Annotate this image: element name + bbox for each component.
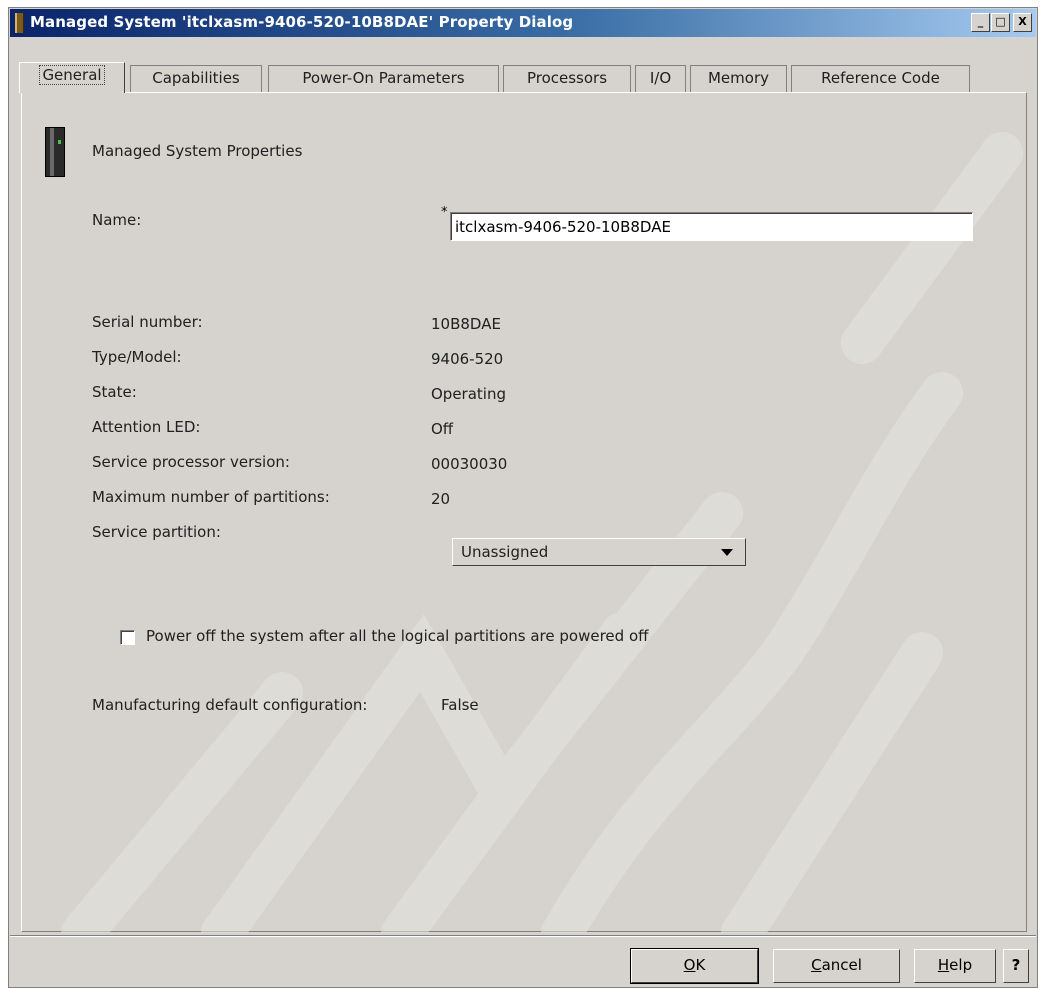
attention-led-label: Attention LED: [92, 418, 201, 436]
minimize-button[interactable]: _ [971, 13, 990, 32]
general-tab-panel: Managed System Properties Name: * Serial… [21, 92, 1027, 933]
name-label: Name: [92, 211, 142, 229]
tab-bar: General Capabilities Power-On Parameters… [19, 62, 1029, 93]
service-partition-selected-value: Unassigned [461, 543, 549, 561]
attention-led-value: Off [431, 420, 454, 438]
managed-system-icon [15, 13, 24, 33]
mfg-default-config-value: False [441, 696, 479, 714]
title-bar[interactable]: Managed System 'itclxasm-9406-520-10B8DA… [10, 9, 1036, 37]
service-processor-version-value: 00030030 [431, 455, 508, 473]
tab-memory[interactable]: Memory [690, 65, 787, 92]
type-model-value: 9406-520 [431, 350, 504, 368]
cancel-button[interactable]: Cancel [773, 949, 900, 983]
power-off-checkbox[interactable] [120, 630, 135, 645]
chevron-down-icon [721, 549, 733, 556]
serial-number-label: Serial number: [92, 313, 203, 331]
service-processor-version-label: Service processor version: [92, 453, 290, 471]
tab-general[interactable]: General [19, 62, 125, 93]
maximize-button[interactable]: □ [991, 13, 1010, 32]
type-model-label: Type/Model: [92, 348, 182, 366]
tab-processors[interactable]: Processors [503, 65, 631, 92]
button-bar-separator [10, 935, 1036, 937]
max-partitions-value: 20 [431, 490, 451, 508]
state-label: State: [92, 383, 137, 401]
max-partitions-label: Maximum number of partitions: [92, 488, 330, 506]
tab-io[interactable]: I/O [635, 65, 686, 92]
section-heading: Managed System Properties [92, 142, 303, 160]
close-button[interactable]: X [1013, 13, 1032, 32]
context-help-button[interactable]: ? [1003, 949, 1029, 983]
help-button[interactable]: Help [914, 949, 996, 983]
window-title: Managed System 'itclxasm-9406-520-10B8DA… [30, 13, 574, 31]
tab-capabilities[interactable]: Capabilities [130, 65, 262, 92]
ok-button[interactable]: OK [631, 949, 758, 983]
service-partition-select[interactable]: Unassigned [452, 538, 746, 566]
name-input[interactable] [450, 212, 973, 241]
property-dialog-window: Managed System 'itclxasm-9406-520-10B8DA… [8, 7, 1038, 988]
mfg-default-config-label: Manufacturing default configuration: [92, 696, 368, 714]
power-off-checkbox-label[interactable]: Power off the system after all the logic… [146, 627, 648, 645]
state-value: Operating [431, 385, 506, 403]
service-partition-label: Service partition: [92, 523, 221, 541]
required-marker: * [441, 205, 448, 220]
tab-power-on-parameters[interactable]: Power-On Parameters [268, 65, 499, 92]
tab-reference-code[interactable]: Reference Code [791, 65, 970, 92]
serial-number-value: 10B8DAE [431, 315, 501, 333]
managed-system-icon [45, 127, 65, 177]
